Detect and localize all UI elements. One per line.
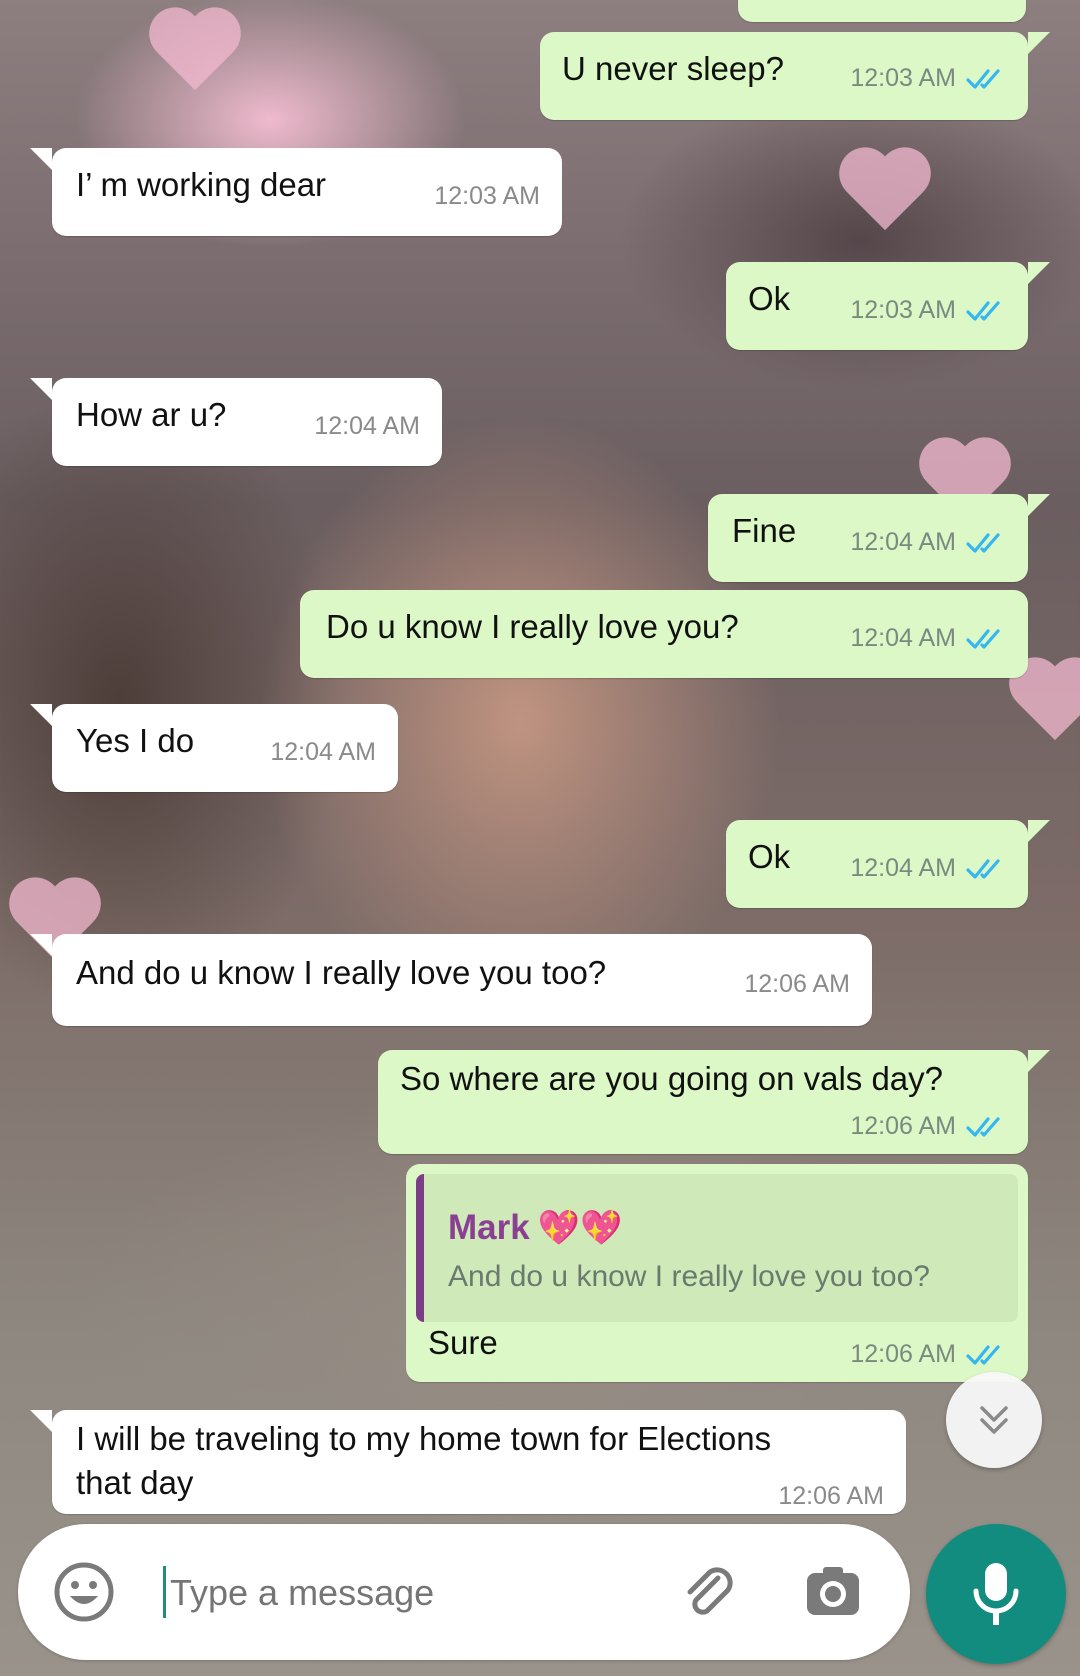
message-text: Ok [748,838,791,875]
double-check-icon [966,858,1000,879]
message-text: And do u know I really love you too? [76,954,607,991]
camera-icon [807,1567,859,1615]
message-text: Sure [428,1324,498,1361]
microphone-icon [973,1563,1019,1625]
message-time: 12:04 AM [270,738,376,766]
message-time: 12:06 AM [744,970,850,998]
message-composer[interactable] [18,1524,910,1660]
message-text-line: I will be traveling to my home town for … [76,1420,772,1457]
message-meta: 12:04 AM [850,854,1006,883]
message-bubble-outgoing[interactable]: Ok 12:04 AM [726,820,1050,908]
message-bubble-incoming[interactable]: How ar u? 12:04 AM [30,378,442,466]
message-meta: 12:03 AM [850,296,1006,325]
camera-button[interactable] [798,1558,868,1628]
message-text: I’ m working dear [76,166,327,203]
message-bubble-incoming[interactable]: I’ m working dear 12:03 AM [30,148,562,236]
message-meta: 12:04 AM [850,624,1006,653]
message-bubble-outgoing-reply[interactable]: Mark 💖💖 And do u know I really love you … [406,1164,1028,1382]
quote-accent-bar [416,1174,424,1322]
message-bubble-incoming[interactable]: Yes I do 12:04 AM [30,704,398,792]
message-bubble-outgoing[interactable]: Fine 12:04 AM [708,494,1050,582]
message-time: 12:04 AM [850,854,956,882]
double-check-icon [966,68,1000,89]
message-text: U never sleep? [562,50,784,87]
message-meta: 12:04 AM [270,738,376,767]
quoted-sender: Mark 💖💖 [448,1208,622,1248]
message-bubble-incoming[interactable]: And do u know I really love you too? 12:… [30,934,872,1026]
heart-emoji-icon: 💖💖 [537,1209,623,1247]
text-cursor [163,1566,166,1618]
message-time: 12:03 AM [434,182,540,210]
message-text-line: that day [76,1464,194,1501]
emoji-icon [54,1562,114,1622]
message-time: 12:06 AM [850,1112,956,1140]
voice-message-button[interactable] [926,1524,1066,1664]
message-bubble-outgoing[interactable]: So where are you going on vals day? 12:0… [378,1050,1050,1154]
attach-button[interactable] [674,1558,744,1628]
message-time: 12:06 AM [778,1482,884,1510]
message-text: So where are you going on vals day? [400,1060,944,1097]
message-bubble-outgoing[interactable]: U never sleep? 12:03 AM [540,32,1050,120]
message-time: 12:04 AM [314,412,420,440]
double-check-icon [966,628,1000,649]
message-text: Do u know I really love you? [326,608,739,645]
message-time: 12:04 AM [850,528,956,556]
message-meta: 12:06 AM [850,1112,1006,1141]
message-meta: 12:03 AM [850,64,1006,93]
double-check-icon [966,1116,1000,1137]
chat-area[interactable]: U never sleep? 12:03 AM I’ m working dea… [0,0,1080,1676]
chevron-double-down-icon [980,1406,1008,1434]
message-text: Fine [732,512,797,549]
message-meta: 12:03 AM [434,182,540,211]
quoted-sender-name: Mark [448,1208,530,1247]
message-time: 12:04 AM [850,624,956,652]
message-input[interactable] [168,1560,672,1626]
message-time: 12:03 AM [850,296,956,324]
message-bubble-outgoing[interactable] [738,0,1026,22]
message-bubble-outgoing[interactable]: Do u know I really love you? 12:04 AM [300,590,1028,678]
message-text: Yes I do [76,722,195,759]
quoted-text: And do u know I really love you too? [448,1260,930,1293]
message-meta: 12:06 AM [850,1340,1006,1369]
message-meta: 12:06 AM [744,970,850,999]
quoted-message[interactable]: Mark 💖💖 And do u know I really love you … [416,1174,1018,1322]
message-bubble-incoming[interactable]: I will be traveling to my home town for … [30,1410,906,1514]
scroll-to-bottom-button[interactable] [946,1372,1042,1468]
message-time: 12:06 AM [850,1340,956,1368]
double-check-icon [966,300,1000,321]
message-meta: 12:04 AM [314,412,420,441]
double-check-icon [966,532,1000,553]
message-bubble-outgoing[interactable]: Ok 12:03 AM [726,262,1050,350]
message-text: How ar u? [76,396,227,433]
double-check-icon [966,1344,1000,1365]
paperclip-icon [687,1567,733,1615]
message-time: 12:03 AM [850,64,956,92]
message-meta: 12:04 AM [850,528,1006,557]
message-text: Ok [748,280,791,317]
message-meta: 12:06 AM [778,1482,884,1511]
emoji-button[interactable] [48,1556,120,1628]
